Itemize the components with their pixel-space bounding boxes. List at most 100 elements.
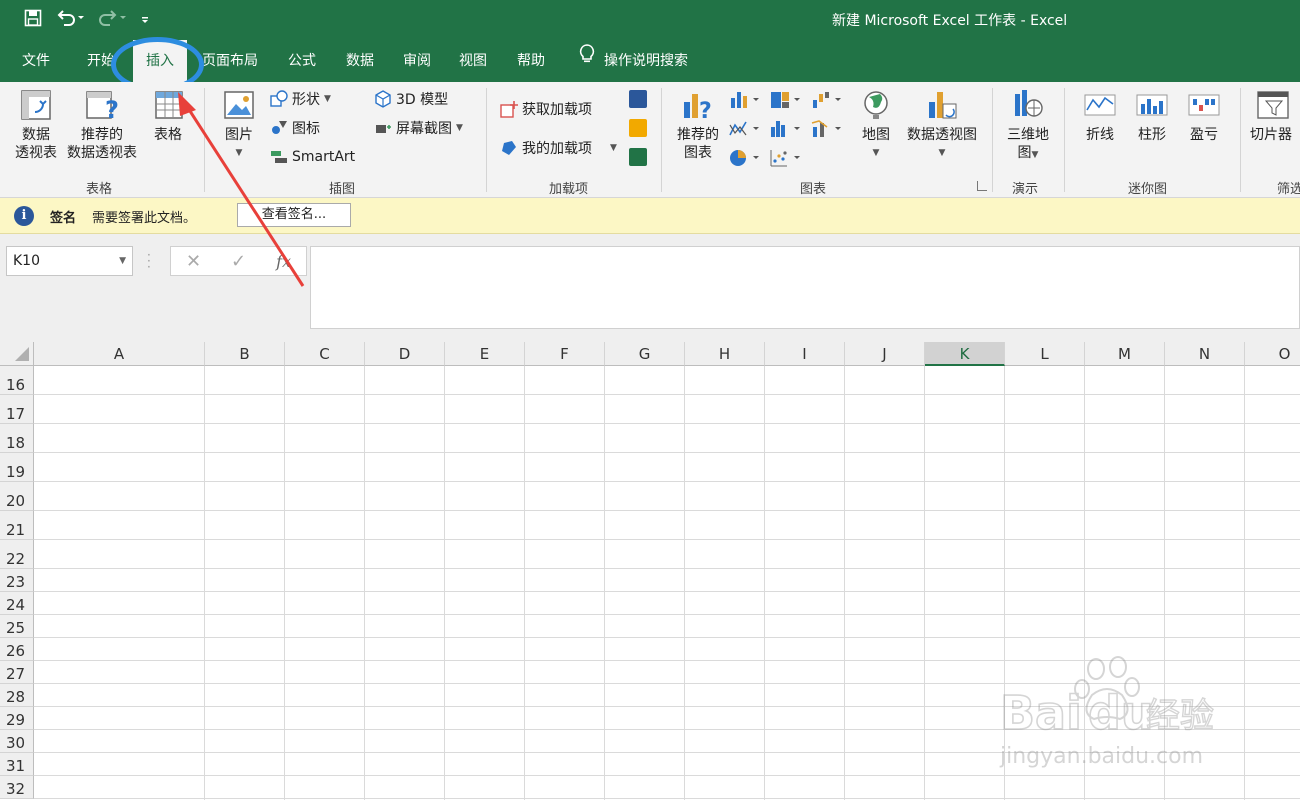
row-header-18[interactable]: 18: [0, 424, 34, 453]
formula-bar-area: K10 ▼ · · · ✕ ✓ fx: [0, 234, 1300, 342]
sparkline-line-button[interactable]: 折线: [1078, 88, 1122, 144]
row-header-17[interactable]: 17: [0, 395, 34, 424]
row-header-29[interactable]: 29: [0, 707, 34, 730]
tab-page-layout[interactable]: 页面布局: [190, 40, 270, 82]
column-header-g[interactable]: G: [605, 342, 685, 366]
column-header-c[interactable]: C: [285, 342, 365, 366]
recommended-pivot-button[interactable]: ? 推荐的 数据透视表: [62, 88, 142, 162]
chevron-down-icon[interactable]: ▼: [119, 247, 126, 275]
insert-function-icon[interactable]: fx: [276, 252, 291, 271]
row-header-16[interactable]: 16: [0, 366, 34, 395]
maps-button[interactable]: 地图 ▼: [856, 88, 896, 162]
column-header-j[interactable]: J: [845, 342, 925, 366]
hierarchy-chart-button[interactable]: [770, 90, 804, 110]
formula-input[interactable]: [310, 246, 1300, 329]
column-header-b[interactable]: B: [205, 342, 285, 366]
recommended-charts-button[interactable]: ? 推荐的 图表: [672, 88, 724, 162]
visio-addin-icon[interactable]: [629, 90, 647, 108]
enter-icon[interactable]: ✓: [231, 251, 246, 272]
tab-review[interactable]: 审阅: [391, 40, 443, 82]
row-header-23[interactable]: 23: [0, 569, 34, 592]
column-header-i[interactable]: I: [765, 342, 845, 366]
pivot-chart-button[interactable]: 数据透视图 ▼: [902, 88, 982, 162]
group-label-addins: 加载项: [549, 182, 589, 197]
shapes-button[interactable]: 形状 ▼: [270, 88, 331, 110]
tab-view[interactable]: 视图: [447, 40, 499, 82]
row-header-19[interactable]: 19: [0, 453, 34, 482]
screenshot-button[interactable]: 屏幕截图 ▼: [374, 117, 463, 139]
tab-home[interactable]: 开始: [75, 40, 127, 82]
combo-chart-button[interactable]: [811, 119, 845, 139]
tab-insert[interactable]: 插入: [133, 40, 187, 82]
row-header-32[interactable]: 32: [0, 776, 34, 799]
sparkline-winloss-icon: [1188, 94, 1220, 116]
row-header-22[interactable]: 22: [0, 540, 34, 569]
pivot-table-button[interactable]: 数据 透视表: [10, 88, 62, 162]
my-addins-button[interactable]: 我的加载项 ▼: [500, 137, 617, 159]
row-header-20[interactable]: 20: [0, 482, 34, 511]
tab-formulas[interactable]: 公式: [276, 40, 328, 82]
waterfall-chart-button[interactable]: [811, 90, 845, 110]
column-header-l[interactable]: L: [1005, 342, 1085, 366]
save-icon[interactable]: [24, 9, 42, 31]
cancel-icon[interactable]: ✕: [186, 251, 201, 272]
gridline-horizontal: [34, 729, 1300, 730]
row-header-26[interactable]: 26: [0, 638, 34, 661]
gridline-vertical: [444, 366, 445, 800]
pivot-chart-label: 数据透视图: [907, 127, 977, 143]
column-header-k[interactable]: K: [925, 342, 1005, 366]
get-addins-button[interactable]: 获取加载项: [500, 98, 592, 120]
bing-maps-icon[interactable]: [629, 119, 647, 137]
scatter-chart-button[interactable]: [770, 148, 804, 168]
worksheet-grid[interactable]: A B C D E F G H I J K L M N O 16 17 18 19 20 21 22 23 24 25 26 27 2…: [0, 342, 1300, 800]
icons-button[interactable]: 图标: [270, 117, 320, 139]
sparkline-winloss-button[interactable]: 盈亏: [1182, 88, 1226, 144]
pictures-button[interactable]: 图片 ▼: [216, 88, 262, 162]
column-header-e[interactable]: E: [445, 342, 525, 366]
row-header-30[interactable]: 30: [0, 730, 34, 753]
row-header-27[interactable]: 27: [0, 661, 34, 684]
people-graph-icon[interactable]: [629, 148, 647, 166]
undo-icon[interactable]: [56, 9, 84, 31]
column-header-o[interactable]: O: [1245, 342, 1300, 366]
globe-icon: [864, 91, 888, 119]
tell-me-search[interactable]: 操作说明搜索: [578, 40, 688, 82]
row-header-24[interactable]: 24: [0, 592, 34, 615]
group-label-sparklines: 迷你图: [1128, 182, 1168, 197]
tab-help[interactable]: 帮助: [505, 40, 557, 82]
dialog-launcher-icon[interactable]: [977, 181, 987, 191]
slicer-button[interactable]: 切片器: [1250, 88, 1300, 144]
3d-map-button[interactable]: 三维地 图▼: [1002, 88, 1054, 164]
column-header-f[interactable]: F: [525, 342, 605, 366]
row-header-25[interactable]: 25: [0, 615, 34, 638]
formula-bar-grip-icon[interactable]: · · ·: [147, 249, 151, 273]
view-signatures-button[interactable]: 查看签名...: [237, 203, 351, 227]
customize-qat-icon[interactable]: [140, 9, 150, 31]
pie-chart-icon: [730, 150, 759, 166]
select-all-button[interactable]: [0, 342, 34, 366]
name-box[interactable]: K10 ▼: [6, 246, 133, 276]
sparkline-column-button[interactable]: 柱形: [1130, 88, 1174, 144]
row-header-21[interactable]: 21: [0, 511, 34, 540]
statistic-chart-button[interactable]: [770, 119, 804, 139]
gridline-vertical: [524, 366, 525, 800]
smartart-button[interactable]: SmartArt: [270, 146, 355, 168]
line-chart-button[interactable]: [729, 119, 763, 139]
table-button[interactable]: 表格: [144, 88, 192, 144]
screenshot-icon: [376, 125, 391, 133]
column-header-h[interactable]: H: [685, 342, 765, 366]
pie-chart-button[interactable]: [729, 148, 763, 168]
column-header-n[interactable]: N: [1165, 342, 1245, 366]
redo-icon[interactable]: [98, 9, 126, 31]
row-header-28[interactable]: 28: [0, 684, 34, 707]
column-header-d[interactable]: D: [365, 342, 445, 366]
tab-file[interactable]: 文件: [10, 40, 62, 82]
row-header-31[interactable]: 31: [0, 753, 34, 776]
gridline-horizontal: [34, 591, 1300, 592]
column-header-a[interactable]: A: [34, 342, 205, 366]
3d-models-button[interactable]: 3D 模型: [374, 88, 448, 110]
info-icon: i: [14, 206, 34, 226]
tab-data[interactable]: 数据: [334, 40, 386, 82]
column-chart-button[interactable]: [729, 90, 763, 110]
column-header-m[interactable]: M: [1085, 342, 1165, 366]
